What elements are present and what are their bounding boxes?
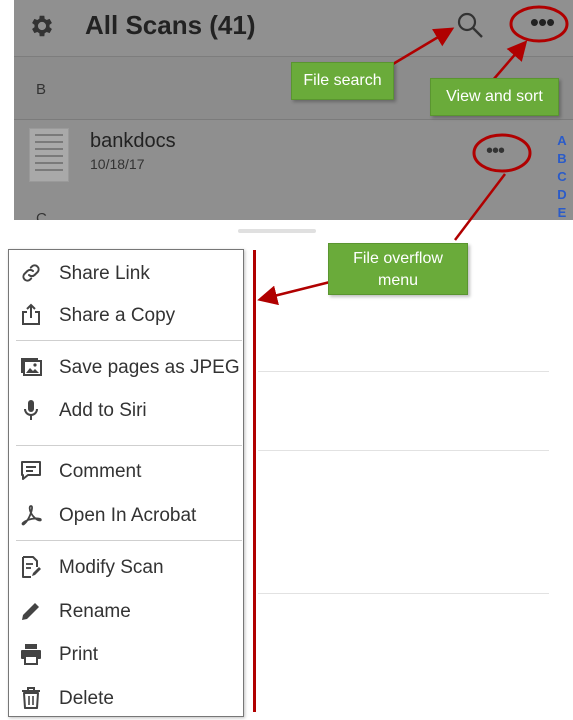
menu-item-label: Comment <box>59 461 142 482</box>
callout-line: menu <box>377 272 419 289</box>
alphabet-index-letter[interactable]: E <box>555 204 569 220</box>
menu-item-print[interactable]: Print <box>9 634 243 674</box>
annotation-arrow-overflow-left <box>257 280 331 306</box>
menu-item-share-copy[interactable]: Share a Copy <box>9 295 243 335</box>
comment-icon <box>21 461 41 480</box>
menu-item-rename[interactable]: Rename <box>9 591 243 631</box>
menu-divider <box>16 340 242 341</box>
menu-item-label: Share Link <box>59 263 150 284</box>
menu-item-delete[interactable]: Delete <box>9 678 243 718</box>
alphabet-index-letter[interactable]: B <box>555 150 569 168</box>
file-thumbnail <box>29 128 69 182</box>
callout-file-overflow-menu: File overflow menu <box>328 243 468 295</box>
menu-item-label: Delete <box>59 688 114 709</box>
view-sort-more-icon[interactable]: ••• <box>525 9 559 36</box>
menu-item-share-link[interactable]: Share Link <box>9 253 243 293</box>
acrobat-icon <box>21 505 42 526</box>
header-bar: All Scans (41) ••• <box>14 0 573 57</box>
search-icon[interactable] <box>455 10 485 40</box>
divider <box>258 450 549 451</box>
alphabet-index-letter[interactable]: D <box>555 186 569 204</box>
menu-item-save-jpeg[interactable]: Save pages as JPEG <box>9 347 243 387</box>
link-icon <box>22 264 40 282</box>
divider <box>258 593 549 594</box>
annotation-bracket-line <box>253 250 256 712</box>
menu-item-label: Add to Siri <box>59 400 147 421</box>
file-overflow-menu: Share Link Share a Copy Save pages as JP… <box>8 249 244 717</box>
alphabet-index-letter[interactable]: C <box>555 168 569 186</box>
menu-item-label: Save pages as JPEG <box>59 357 240 378</box>
menu-divider <box>16 445 242 446</box>
file-date: 10/18/17 <box>90 156 145 172</box>
menu-divider <box>16 540 242 541</box>
share-icon <box>22 303 40 325</box>
callout-line: File overflow <box>353 250 443 267</box>
callout-file-search: File search <box>291 62 394 100</box>
menu-item-label: Open In Acrobat <box>59 505 197 526</box>
menu-item-label: Modify Scan <box>59 557 164 578</box>
menu-item-open-in-acrobat[interactable]: Open In Acrobat <box>9 495 243 535</box>
alphabet-index[interactable]: A B C D E <box>555 132 569 220</box>
menu-item-label: Share a Copy <box>59 305 176 326</box>
file-row[interactable]: bankdocs 10/18/17 ••• <box>14 120 573 212</box>
divider <box>258 371 549 372</box>
menu-item-add-to-siri[interactable]: Add to Siri <box>9 390 243 430</box>
trash-icon <box>22 687 40 709</box>
page-title: All Scans (41) <box>85 10 256 40</box>
callout-view-and-sort: View and sort <box>430 78 559 116</box>
image-icon <box>21 358 42 376</box>
alphabet-index-letter[interactable]: A <box>555 132 569 150</box>
edit-document-icon <box>22 556 41 578</box>
menu-item-label: Rename <box>59 601 131 622</box>
section-letter: B <box>36 81 47 98</box>
file-name: bankdocs <box>90 130 176 152</box>
menu-item-modify-scan[interactable]: Modify Scan <box>9 547 243 587</box>
gear-icon[interactable] <box>28 12 56 40</box>
microphone-icon <box>24 400 38 420</box>
menu-item-comment[interactable]: Comment <box>9 451 243 491</box>
menu-item-label: Print <box>59 644 99 665</box>
section-letter-c: C <box>36 210 47 220</box>
sheet-grab-handle[interactable] <box>238 229 316 233</box>
file-overflow-more-icon[interactable]: ••• <box>486 141 505 161</box>
printer-icon <box>21 644 41 665</box>
pencil-icon <box>22 603 39 620</box>
